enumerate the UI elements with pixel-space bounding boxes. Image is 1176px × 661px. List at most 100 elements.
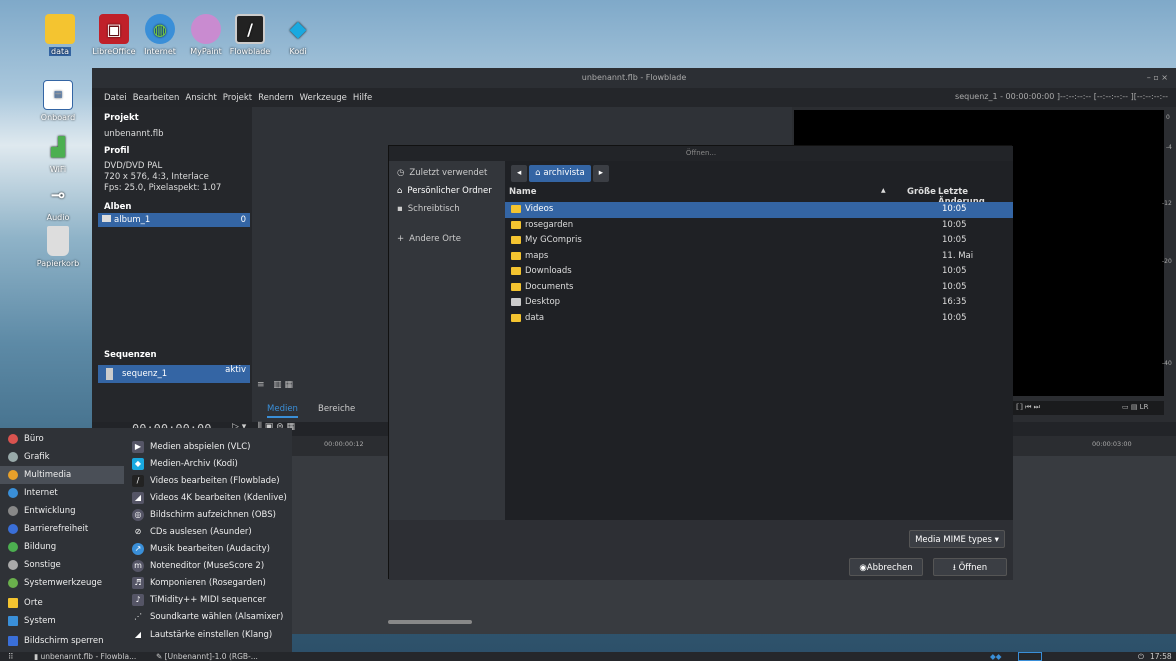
profile-res: 720 x 576, 4:3, Interlace (104, 172, 209, 182)
menu-bearbeiten[interactable]: Bearbeiten (133, 93, 180, 103)
gimp-icon: ✎ (156, 652, 165, 661)
file-row[interactable]: Documents 10:05 (505, 280, 1013, 296)
folder-icon (511, 267, 521, 275)
app-flowblade[interactable]: / Videos bearbeiten (Flowblade) (130, 472, 292, 490)
app-kdenlive[interactable]: ◢ Videos 4K bearbeiten (Kdenlive) (130, 489, 292, 507)
folder-icon (511, 313, 521, 322)
taskbar: ⠿ ▮ unbenannt.flb - Flowbla... ✎ [Unbena… (0, 652, 1176, 661)
task-flowblade[interactable]: ▮ unbenannt.flb - Flowbla... (34, 652, 136, 661)
menu-ansicht[interactable]: Ansicht (185, 93, 216, 103)
place-other[interactable]: + Andere Orte (397, 231, 461, 247)
menu-hilfe[interactable]: Hilfe (353, 93, 372, 103)
menu-cat-internet[interactable]: Internet (0, 484, 124, 502)
list-view-icon[interactable]: ≡ (257, 380, 265, 390)
menu-cat-systemwerkzeuge[interactable]: Systemwerkzeuge (0, 574, 124, 592)
view-buttons[interactable]: ▭ ▤ LR (1122, 403, 1148, 411)
menu-lock-screen[interactable]: Bildschirm sperren (0, 632, 124, 650)
menu-cat-barrierefreiheit[interactable]: Barrierefreiheit (0, 520, 124, 538)
place-desktop[interactable]: ▪ Schreibtisch (397, 201, 460, 217)
sequence-row[interactable]: sequenz_1 aktiv (98, 365, 250, 383)
playback-buttons[interactable]: ⟦⟧ ⏮ ⏭ (1016, 403, 1040, 412)
menu-cat-bildung[interactable]: Bildung (0, 538, 124, 556)
menu-cat-sonstige[interactable]: Sonstige (0, 556, 124, 574)
palette-icon (191, 14, 221, 44)
menu-cat-system[interactable]: System (0, 612, 124, 630)
ruler-time-2: 00:00:03:00 (1092, 440, 1132, 448)
keyboard-icon: ▤ (43, 80, 73, 110)
menu-rendern[interactable]: Rendern (258, 93, 294, 103)
power-icon[interactable]: ⏻ (1138, 652, 1144, 661)
grid-view-icon[interactable]: ▥ ▦ (273, 380, 293, 390)
desktop-icon-onboard[interactable]: ▤ Onboard (30, 80, 86, 122)
menu-launcher-icon[interactable]: ⠿ (8, 652, 14, 661)
tray-network-icon[interactable]: ◆◆ (990, 652, 1002, 661)
menu-werkzeuge[interactable]: Werkzeuge (300, 93, 347, 103)
desktop-icon-trash[interactable]: Papierkorb (30, 226, 86, 268)
open-dialog: Öffnen... ◷ Zuletzt verwendet ⌂ Persönlich… (388, 145, 1013, 580)
rosegarden-icon: ♬ (132, 577, 144, 589)
tray-window-icon[interactable] (1018, 652, 1042, 661)
place-home[interactable]: ⌂ Persönlicher Ordner (397, 183, 492, 199)
tab-media[interactable]: Medien (267, 404, 298, 418)
app-alsamixer[interactable]: ⋰ Soundkarte wählen (Alsamixer) (130, 608, 292, 626)
libreoffice-icon: ▣ (99, 14, 129, 44)
menu-datei[interactable]: Datei (104, 93, 127, 103)
folder-icon (511, 282, 521, 291)
timeline-scrollbar[interactable] (388, 620, 472, 624)
media-toolbar: ≡ ▥ ▦ (257, 380, 293, 390)
project-panel: Projekt unbenannt.flb Profil DVD/DVD PAL… (92, 107, 252, 437)
file-row[interactable]: rosegarden 10:05 (505, 218, 1013, 234)
midi-icon: ♪ (132, 594, 144, 606)
col-name[interactable]: Name (509, 187, 536, 197)
menu-projekt[interactable]: Projekt (223, 93, 252, 103)
development-icon (8, 506, 18, 516)
crumb-home-button[interactable]: ⌂ archivista (529, 165, 591, 182)
col-size[interactable]: Größe (907, 187, 936, 197)
file-browser: ◂ ⌂ archivista ▸ Name ▲ Größe Letzte Änd… (505, 161, 1013, 520)
place-recent[interactable]: ◷ Zuletzt verwendet (397, 165, 487, 181)
graphics-icon (8, 452, 18, 462)
menu-cat-buero[interactable]: Büro (0, 430, 124, 448)
desktop-icon-wifi[interactable]: ▟ WiFi (30, 132, 86, 175)
places-icon (8, 598, 18, 608)
open-button[interactable]: ⭳ Öffnen (933, 558, 1007, 576)
task-gimp[interactable]: ✎ [Unbenannt]-1.0 (RGB-... (156, 652, 258, 661)
app-audacity[interactable]: ↗ Musik bearbeiten (Audacity) (130, 540, 292, 558)
crumb-back-button[interactable]: ◂ (511, 165, 528, 182)
app-obs[interactable]: ◎ Bildschirm aufzeichnen (OBS) (130, 506, 292, 524)
window-titlebar[interactable]: unbenannt.flb - Flowblade – ▫ × (92, 68, 1176, 88)
menu-cat-multimedia[interactable]: Multimedia (0, 466, 124, 484)
cd-icon: ⊘ (134, 527, 142, 536)
menu-cat-entwicklung[interactable]: Entwicklung (0, 502, 124, 520)
file-row[interactable]: Desktop 16:35 (505, 295, 1013, 311)
crumb-forward-button[interactable]: ▸ (592, 165, 609, 182)
other-icon (8, 560, 18, 570)
file-row[interactable]: Downloads 10:05 (505, 264, 1013, 280)
folder-icon (102, 215, 111, 222)
app-musescore[interactable]: m Noteneditor (MuseScore 2) (130, 557, 292, 575)
album-row[interactable]: album_1 0 (98, 213, 250, 227)
kodi-icon: ◆ (132, 458, 144, 470)
app-rosegarden[interactable]: ♬ Komponieren (Rosegarden) (130, 574, 292, 592)
window-controls[interactable]: – ▫ × (1147, 68, 1168, 88)
app-kodi[interactable]: ◆ Medien-Archiv (Kodi) (130, 455, 292, 473)
file-row[interactable]: Videos 10:05 (505, 202, 1013, 218)
file-row[interactable]: maps 11. Mai (505, 249, 1013, 265)
lock-icon (8, 636, 18, 646)
cancel-button[interactable]: ◉Abbrechen (849, 558, 923, 576)
internet-icon (8, 488, 18, 498)
menu-cat-orte[interactable]: Orte (0, 594, 124, 612)
file-row[interactable]: data 10:05 (505, 311, 1013, 327)
app-vlc[interactable]: ▶ Medien abspielen (VLC) (130, 438, 292, 456)
desktop-icon-kodi[interactable]: ◆ Kodi (270, 14, 326, 57)
app-klang[interactable]: ◢ Lautstärke einstellen (Klang) (130, 626, 292, 644)
menu-cat-grafik[interactable]: Grafik (0, 448, 124, 466)
desktop-icon-data[interactable]: data (32, 14, 88, 56)
app-asunder[interactable]: ⊘ CDs auslesen (Asunder) (130, 523, 292, 541)
file-row[interactable]: My GCompris 10:05 (505, 233, 1013, 249)
app-timidity[interactable]: ♪ TiMidity++ MIDI sequencer (130, 591, 292, 609)
education-icon (8, 542, 18, 552)
tab-ranges[interactable]: Bereiche (318, 404, 355, 414)
desktop-icon-audio[interactable]: ⊸ Audio (30, 180, 86, 223)
filter-select[interactable]: Media MIME types ▾ (909, 530, 1005, 548)
